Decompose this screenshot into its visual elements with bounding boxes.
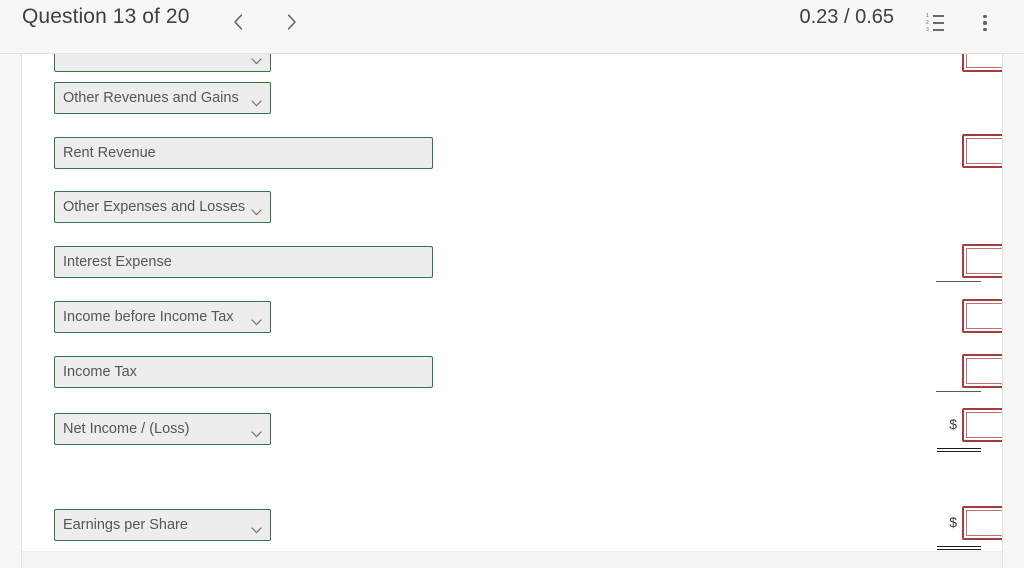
account-select-income-before-tax[interactable]: Income before Income Tax xyxy=(54,301,271,333)
subtotal-rule-income-tax xyxy=(936,391,981,392)
list-marker-2: 2 xyxy=(926,20,929,26)
account-input-income-tax[interactable]: Income Tax xyxy=(54,356,433,388)
account-input-income-tax-value: Income Tax xyxy=(63,364,137,380)
total-rule-net-income xyxy=(937,448,981,452)
chevron-left-icon xyxy=(232,13,245,31)
chevron-right-icon xyxy=(285,13,298,31)
amount-input-rent-revenue[interactable] xyxy=(962,134,1002,168)
quiz-page: Question 13 of 20 0.23 / 0.65 1 2 3 Othe… xyxy=(0,0,1024,568)
chevron-down-icon xyxy=(251,426,262,442)
account-select-other-revenues-label: Other Revenues and Gains xyxy=(63,90,239,106)
more-options-button[interactable] xyxy=(968,6,1002,40)
chevron-down-icon xyxy=(251,95,262,111)
more-vertical-icon xyxy=(983,13,987,32)
question-list-button[interactable]: 1 2 3 xyxy=(918,6,952,40)
amount-input-earnings-per-share[interactable] xyxy=(962,506,1002,540)
chevron-down-icon xyxy=(251,54,262,69)
next-question-button[interactable] xyxy=(273,4,309,40)
total-rule-earnings-per-share xyxy=(937,546,981,550)
chevron-down-icon xyxy=(251,522,262,538)
right-gutter xyxy=(1002,54,1024,568)
account-select-other-expenses[interactable]: Other Expenses and Losses xyxy=(54,191,271,223)
amount-input-income-tax[interactable] xyxy=(962,354,1002,388)
account-input-rent-revenue-value: Rent Revenue xyxy=(63,145,156,161)
amount-input-net-income[interactable] xyxy=(962,408,1002,442)
previous-question-button[interactable] xyxy=(220,4,256,40)
amount-input-partial[interactable] xyxy=(962,54,1002,72)
subtotal-rule-interest-expense xyxy=(936,281,981,282)
numbered-list-icon: 1 2 3 xyxy=(926,13,944,33)
account-select-earnings-per-share-label: Earnings per Share xyxy=(63,517,188,533)
amount-input-interest-expense[interactable] xyxy=(962,244,1002,278)
amount-input-income-before-tax[interactable] xyxy=(962,299,1002,333)
chevron-down-icon xyxy=(251,314,262,330)
account-select-earnings-per-share[interactable]: Earnings per Share xyxy=(54,509,271,541)
account-select-other-revenues[interactable]: Other Revenues and Gains xyxy=(54,82,271,114)
account-select-other-expenses-label: Other Expenses and Losses xyxy=(63,199,246,215)
left-gutter xyxy=(0,54,22,568)
score-display: 0.23 / 0.65 xyxy=(799,6,894,28)
quiz-header: Question 13 of 20 0.23 / 0.65 1 2 3 xyxy=(0,0,1024,54)
account-input-interest-expense[interactable]: Interest Expense xyxy=(54,246,433,278)
list-marker-3: 3 xyxy=(926,27,929,33)
currency-symbol-net-income: $ xyxy=(949,416,957,432)
list-marker-1: 1 xyxy=(926,13,929,19)
account-input-interest-expense-value: Interest Expense xyxy=(63,254,172,270)
account-input-rent-revenue[interactable]: Rent Revenue xyxy=(54,137,433,169)
account-select-net-income-label: Net Income / (Loss) xyxy=(63,421,190,437)
page-title: Question 13 of 20 xyxy=(22,5,190,28)
account-select-income-before-tax-label: Income before Income Tax xyxy=(63,309,234,325)
account-select-net-income[interactable]: Net Income / (Loss) xyxy=(54,413,271,445)
currency-symbol-earnings-per-share: $ xyxy=(949,514,957,530)
horizontal-scrollbar-track[interactable] xyxy=(22,551,1002,568)
account-select-partial[interactable] xyxy=(54,54,271,72)
worksheet-canvas: Other Revenues and Gains Rent Revenue Ot… xyxy=(23,54,1002,551)
chevron-down-icon xyxy=(251,204,262,220)
